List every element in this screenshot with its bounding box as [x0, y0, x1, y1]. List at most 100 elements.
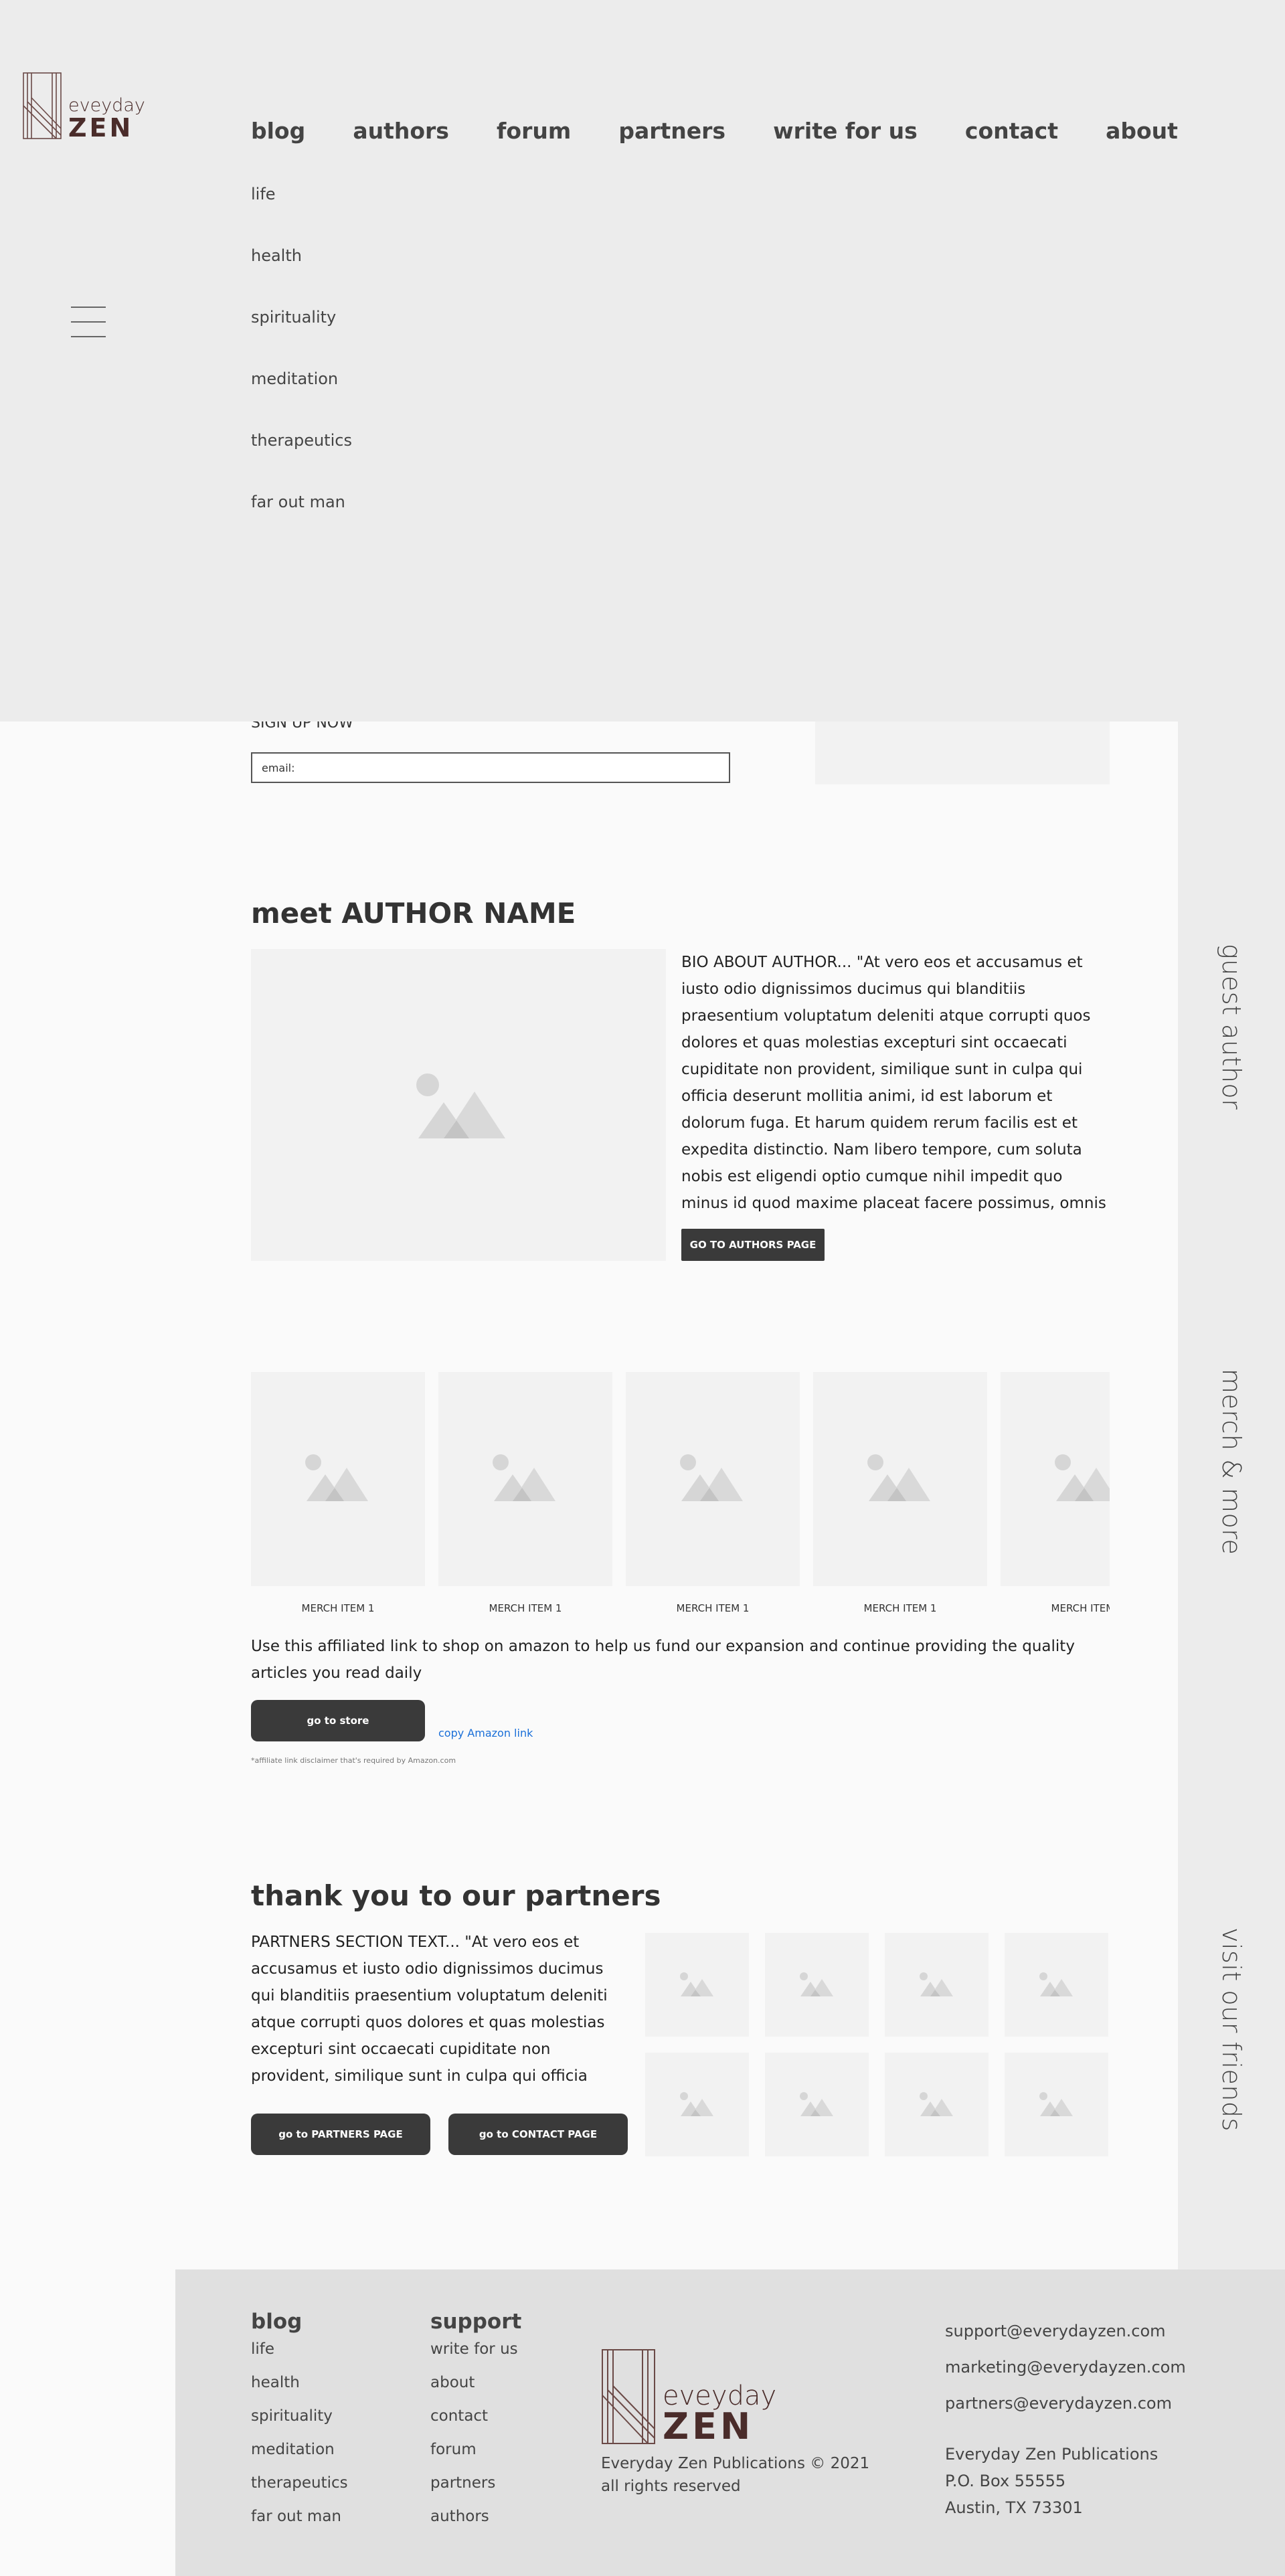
- blog-submenu: life health spirituality meditation ther…: [251, 185, 352, 554]
- contact-page-button[interactable]: go to CONTACT PAGE: [448, 2114, 628, 2155]
- copyright-text: Everyday Zen Publications © 2021: [601, 2455, 870, 2472]
- header-logo[interactable]: eveyday ZEN: [23, 72, 157, 142]
- submenu-item-therapeutics[interactable]: therapeutics: [251, 431, 352, 493]
- merch-carousel[interactable]: MERCH ITEM 1 MERCH ITEM 1 MERCH ITEM 1 M…: [251, 1372, 1110, 1620]
- partners-page-button[interactable]: go to PARTNERS PAGE: [251, 2114, 430, 2155]
- image-placeholder-icon: [799, 2091, 833, 2116]
- nav-item-authors[interactable]: authors: [353, 118, 449, 144]
- guest-author-label: guest author: [1217, 944, 1246, 1110]
- address-line: Everyday Zen Publications: [945, 2445, 1159, 2464]
- merch-item[interactable]: MERCH ITEM 1: [813, 1372, 987, 1614]
- footer-support-heading: support: [430, 2310, 522, 2334]
- partner-logo[interactable]: [765, 1933, 869, 2037]
- menu-icon[interactable]: [71, 307, 106, 337]
- marketing-email-link[interactable]: marketing@everydayzen.com: [945, 2358, 1186, 2394]
- merch-item[interactable]: MERCH ITEM 1: [438, 1372, 612, 1614]
- go-to-store-button[interactable]: go to store: [251, 1700, 425, 1741]
- merch-item[interactable]: MERCH ITEM 1: [251, 1372, 425, 1614]
- image-placeholder-icon: [679, 1972, 713, 1996]
- footer-link[interactable]: authors: [430, 2508, 521, 2541]
- partners-text: PARTNERS SECTION TEXT... "At vero eos et…: [251, 1934, 608, 2085]
- email-field[interactable]: [251, 752, 730, 783]
- merch-item[interactable]: MERCH ITEM 1: [1001, 1372, 1110, 1614]
- nav-overlay: eveyday ZEN blog authors forum partners …: [0, 0, 1285, 721]
- submenu-item-life[interactable]: life: [251, 185, 352, 246]
- partner-logo[interactable]: [1005, 1933, 1108, 2037]
- nav-item-contact[interactable]: contact: [965, 118, 1058, 144]
- partner-logo[interactable]: [1005, 2053, 1108, 2156]
- merch-label: MERCH ITEM 1: [301, 1602, 375, 1614]
- merch-more-label: merch & more: [1217, 1369, 1246, 1555]
- merch-image: [813, 1372, 987, 1586]
- partner-logo[interactable]: [885, 1933, 989, 2037]
- copy-amazon-link[interactable]: copy Amazon link: [438, 1727, 533, 1739]
- nav-item-forum[interactable]: forum: [497, 118, 571, 144]
- author-photo: [251, 949, 666, 1261]
- submenu-item-health[interactable]: health: [251, 246, 352, 308]
- affiliate-disclaimer: *affiliate link disclaimer that's requir…: [251, 1756, 456, 1765]
- image-placeholder-icon: [867, 1454, 930, 1501]
- footer-link[interactable]: about: [430, 2374, 521, 2407]
- partner-logo-grid: [645, 1933, 1110, 2156]
- submenu-item-spirituality[interactable]: spirituality: [251, 308, 352, 369]
- address-line: Austin, TX 73301: [945, 2498, 1083, 2517]
- footer-link[interactable]: partners: [430, 2474, 521, 2508]
- footer-link[interactable]: meditation: [251, 2441, 348, 2474]
- footer-link[interactable]: health: [251, 2374, 348, 2407]
- image-placeholder-icon: [305, 1454, 368, 1501]
- support-email-link[interactable]: support@everydayzen.com: [945, 2322, 1186, 2358]
- image-placeholder-icon: [1039, 1972, 1073, 1996]
- brand-mark-icon: [602, 2349, 655, 2444]
- footer-logo: eveyday ZEN: [601, 2348, 788, 2449]
- image-placeholder-icon: [680, 1454, 743, 1501]
- footer-brand-word2: ZEN: [663, 2405, 754, 2448]
- footer-link[interactable]: far out man: [251, 2508, 348, 2541]
- nav-item-blog[interactable]: blog: [251, 118, 305, 144]
- footer-link[interactable]: spirituality: [251, 2407, 348, 2441]
- main-nav: blog authors forum partners write for us…: [251, 118, 1178, 144]
- visit-friends-label: visit our friends: [1217, 1927, 1246, 2132]
- partner-logo[interactable]: [645, 2053, 749, 2156]
- brand-word2: ZEN: [68, 113, 134, 143]
- image-placeholder-icon: [799, 1972, 833, 1996]
- footer-blog-column: blog life health spirituality meditation…: [251, 2310, 348, 2541]
- affiliate-text: Use this affiliated link to shop on amaz…: [251, 1638, 1075, 1682]
- merch-image: [438, 1372, 612, 1586]
- author-title: meet AUTHOR NAME: [251, 897, 576, 930]
- submenu-item-far-out-man[interactable]: far out man: [251, 493, 352, 554]
- partner-logo[interactable]: [645, 1933, 749, 2037]
- merch-label: MERCH ITEM 1: [489, 1602, 562, 1614]
- merch-label: MERCH ITEM 1: [1051, 1602, 1110, 1614]
- footer-copyright: Everyday Zen Publications © 2021 all rig…: [601, 2452, 869, 2498]
- merch-label: MERCH ITEM 1: [863, 1602, 937, 1614]
- footer-link[interactable]: therapeutics: [251, 2474, 348, 2508]
- nav-item-partners[interactable]: partners: [618, 118, 725, 144]
- footer-emails: support@everydayzen.com marketing@everyd…: [945, 2322, 1186, 2430]
- merch-item[interactable]: MERCH ITEM 1: [626, 1372, 800, 1614]
- footer-link[interactable]: life: [251, 2340, 348, 2374]
- merch-image: [251, 1372, 425, 1586]
- image-placeholder-icon: [1039, 2091, 1073, 2116]
- footer: blog life health spirituality meditation…: [175, 2269, 1285, 2576]
- author-bio: BIO ABOUT AUTHOR... "At vero eos et accu…: [681, 954, 1106, 1212]
- authors-page-button[interactable]: GO TO AUTHORS PAGE: [681, 1229, 825, 1261]
- footer-link[interactable]: contact: [430, 2407, 521, 2441]
- image-placeholder-icon: [919, 1972, 953, 1996]
- footer-address: Everyday Zen Publications P.O. Box 55555…: [945, 2445, 1158, 2525]
- rights-text: all rights reserved: [601, 2478, 741, 2495]
- submenu-item-meditation[interactable]: meditation: [251, 369, 352, 431]
- partner-logo[interactable]: [885, 2053, 989, 2156]
- image-placeholder-icon: [1055, 1454, 1110, 1501]
- nav-item-about[interactable]: about: [1106, 118, 1178, 144]
- merch-label: MERCH ITEM 1: [676, 1602, 750, 1614]
- footer-link[interactable]: forum: [430, 2441, 521, 2474]
- image-placeholder-icon: [416, 1074, 505, 1138]
- footer-blog-heading: blog: [251, 2310, 303, 2334]
- partners-email-link[interactable]: partners@everydayzen.com: [945, 2394, 1186, 2430]
- merch-image: [1001, 1372, 1110, 1586]
- merch-image: [626, 1372, 800, 1586]
- image-placeholder-icon: [679, 2091, 713, 2116]
- footer-link[interactable]: write for us: [430, 2340, 521, 2374]
- partner-logo[interactable]: [765, 2053, 869, 2156]
- nav-item-write-for-us[interactable]: write for us: [773, 118, 918, 144]
